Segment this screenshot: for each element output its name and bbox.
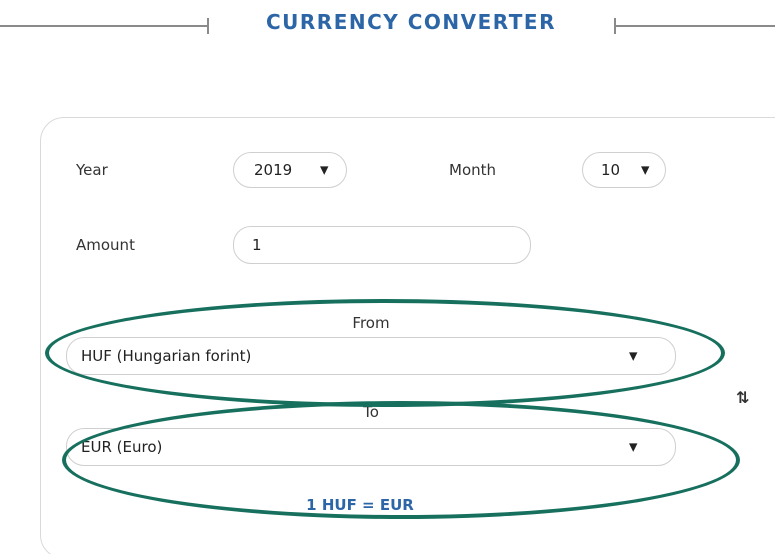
from-label: From <box>352 314 390 332</box>
conversion-result: 1 HUF = EUR <box>306 496 414 514</box>
year-select-value: 2019 <box>254 161 293 179</box>
amount-input-value: 1 <box>252 236 262 254</box>
to-currency-value: EUR (Euro) <box>81 438 163 456</box>
converter-card <box>40 117 775 554</box>
chevron-down-icon: ▼ <box>629 440 638 454</box>
from-currency-value: HUF (Hungarian forint) <box>81 347 252 365</box>
to-label: To <box>363 403 379 421</box>
month-select-value: 10 <box>601 161 621 179</box>
year-label: Year <box>76 161 108 179</box>
page-title: CURRENCY CONVERTER <box>265 10 556 34</box>
to-currency-select[interactable]: EUR (Euro) ▼ <box>66 428 676 466</box>
chevron-down-icon: ▼ <box>641 163 650 177</box>
chevron-down-icon: ▼ <box>629 349 638 363</box>
currency-converter-page: CURRENCY CONVERTER Year 2019 ▼ Month 10 … <box>0 0 775 554</box>
amount-label: Amount <box>76 236 135 254</box>
from-currency-select[interactable]: HUF (Hungarian forint) ▼ <box>66 337 676 375</box>
month-select[interactable]: 10 ▼ <box>582 152 666 188</box>
year-select[interactable]: 2019 ▼ <box>233 152 347 188</box>
header-divider-right <box>615 25 775 27</box>
amount-input[interactable]: 1 <box>233 226 531 264</box>
month-label: Month <box>449 161 497 179</box>
swap-icon[interactable]: ⇅ <box>736 388 749 407</box>
header-divider-left <box>0 25 208 27</box>
chevron-down-icon: ▼ <box>320 163 329 177</box>
